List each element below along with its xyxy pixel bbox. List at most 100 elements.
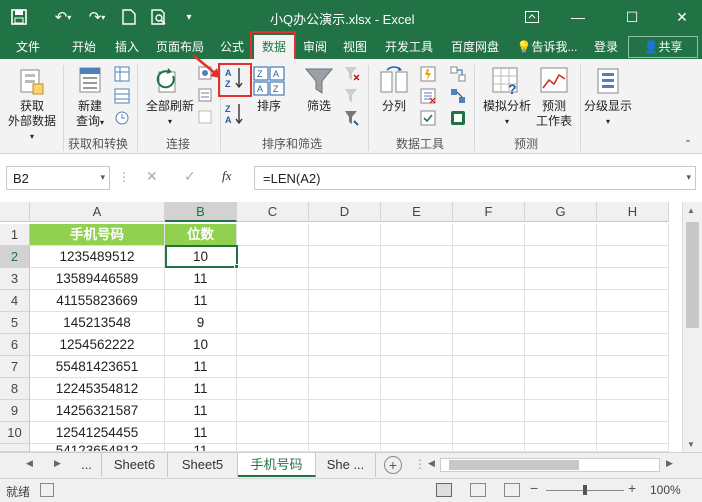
show-queries-icon[interactable] (112, 65, 132, 83)
cell[interactable] (381, 356, 453, 378)
row-header[interactable]: 7 (0, 356, 30, 378)
share-button[interactable]: 👤共享 (628, 36, 698, 58)
scroll-down-icon[interactable]: ▼ (687, 440, 695, 449)
cell[interactable] (309, 356, 381, 378)
sort-descending-icon[interactable]: ZA (222, 101, 248, 127)
cell[interactable] (525, 334, 597, 356)
cell[interactable] (453, 444, 525, 452)
forecast-sheet-button[interactable]: 预测 工作表 (532, 99, 576, 129)
edit-links-icon[interactable] (196, 109, 214, 125)
table-data-cell[interactable]: 11 (165, 290, 237, 312)
sign-in-link[interactable]: 登录 (588, 35, 624, 59)
cell[interactable] (237, 378, 309, 400)
scrollbar-thumb[interactable] (686, 222, 699, 328)
column-header-f[interactable]: F (453, 202, 525, 222)
worksheet-grid[interactable]: A B C D E F G H 1 2 3 4 5 6 7 8 9 10 手机号… (0, 202, 702, 452)
from-table-icon[interactable] (112, 87, 132, 105)
table-data-cell[interactable]: 11 (165, 400, 237, 422)
row-header[interactable]: 4 (0, 290, 30, 312)
row-header[interactable]: 6 (0, 334, 30, 356)
tab-insert[interactable]: 插入 (110, 35, 144, 59)
zoom-slider-thumb[interactable] (583, 485, 587, 495)
row-header[interactable]: 2 (0, 246, 30, 268)
table-data-cell[interactable]: 1235489512 (30, 246, 165, 268)
sheet-tab-active[interactable]: 手机号码 (238, 453, 316, 477)
cell[interactable] (237, 312, 309, 334)
consolidate-icon[interactable] (448, 65, 468, 83)
table-data-cell[interactable]: 11 (165, 444, 237, 452)
cell[interactable] (381, 444, 453, 452)
cell[interactable] (309, 444, 381, 452)
save-icon[interactable] (8, 6, 30, 28)
table-data-cell[interactable]: 41155823669 (30, 290, 165, 312)
tell-me-search[interactable]: 💡告诉我... (512, 35, 582, 59)
column-header-c[interactable]: C (237, 202, 309, 222)
cell[interactable] (525, 268, 597, 290)
row-header[interactable]: 3 (0, 268, 30, 290)
cell[interactable] (525, 246, 597, 268)
tab-review[interactable]: 审阅 (298, 35, 332, 59)
next-sheet-icon[interactable]: ▶ (54, 458, 61, 469)
cancel-icon[interactable]: ✕ (146, 168, 158, 185)
tab-view[interactable]: 视图 (336, 35, 374, 59)
cell[interactable] (309, 224, 381, 246)
cell[interactable] (525, 400, 597, 422)
outline-button[interactable]: 分级显示 ▾ (580, 99, 636, 129)
page-break-view-icon[interactable] (504, 483, 520, 497)
row-header[interactable]: 8 (0, 378, 30, 400)
table-data-cell[interactable]: 11 (165, 268, 237, 290)
cell[interactable] (453, 378, 525, 400)
table-data-cell[interactable]: 54123654812 (30, 444, 165, 452)
formula-input[interactable]: =LEN(A2) ▾ (254, 166, 696, 190)
cell[interactable] (381, 224, 453, 246)
cell[interactable] (237, 356, 309, 378)
ribbon-display-icon[interactable] (512, 4, 552, 30)
cell[interactable] (453, 312, 525, 334)
cell[interactable] (597, 400, 669, 422)
cell[interactable] (453, 334, 525, 356)
cell[interactable] (309, 312, 381, 334)
advanced-filter-icon[interactable] (342, 109, 362, 127)
cell[interactable] (597, 246, 669, 268)
collapse-ribbon-icon[interactable]: ⌃ (680, 137, 696, 151)
table-data-cell[interactable]: 14256321587 (30, 400, 165, 422)
cell[interactable] (453, 400, 525, 422)
page-layout-view-icon[interactable] (470, 483, 486, 497)
cell[interactable] (309, 422, 381, 444)
row-header[interactable]: 1 (0, 224, 30, 246)
manage-data-model-icon[interactable] (448, 109, 468, 127)
cell[interactable] (381, 246, 453, 268)
table-data-cell[interactable]: 13589446589 (30, 268, 165, 290)
print-preview-icon[interactable] (148, 6, 170, 28)
tab-home[interactable]: 开始 (62, 35, 106, 59)
get-external-data-button[interactable]: 获取 外部数据 ▾ (4, 99, 60, 144)
cell[interactable] (237, 224, 309, 246)
table-data-cell[interactable]: 10 (165, 334, 237, 356)
table-header-cell[interactable]: 手机号码 (30, 224, 165, 246)
cell[interactable] (525, 312, 597, 334)
sheet-tab[interactable]: Sheet6 (102, 453, 168, 477)
redo-icon[interactable]: ↷ ▾ (84, 6, 110, 28)
cell[interactable] (453, 290, 525, 312)
cell[interactable] (597, 422, 669, 444)
zoom-level[interactable]: 100% (650, 483, 681, 497)
recent-sources-icon[interactable] (112, 109, 132, 127)
tab-file[interactable]: 文件 (8, 35, 48, 59)
column-header-a[interactable]: A (30, 202, 165, 222)
name-box[interactable]: B2 ▾ (6, 166, 110, 190)
cell[interactable] (381, 268, 453, 290)
expand-formula-icon[interactable]: ▾ (686, 172, 691, 183)
data-validation-icon[interactable] (418, 109, 438, 127)
enter-icon[interactable]: ✓ (184, 168, 196, 185)
cell[interactable] (237, 422, 309, 444)
row-header[interactable]: 5 (0, 312, 30, 334)
cell[interactable] (381, 334, 453, 356)
zoom-out-icon[interactable]: − (530, 480, 538, 496)
cell[interactable] (309, 268, 381, 290)
table-data-cell[interactable]: 11 (165, 378, 237, 400)
cell[interactable] (237, 290, 309, 312)
cell[interactable] (381, 400, 453, 422)
clear-filter-icon[interactable] (342, 65, 362, 83)
sort-button[interactable]: 排序 (250, 99, 288, 114)
new-query-button[interactable]: 新建 查询▾ (68, 99, 112, 130)
